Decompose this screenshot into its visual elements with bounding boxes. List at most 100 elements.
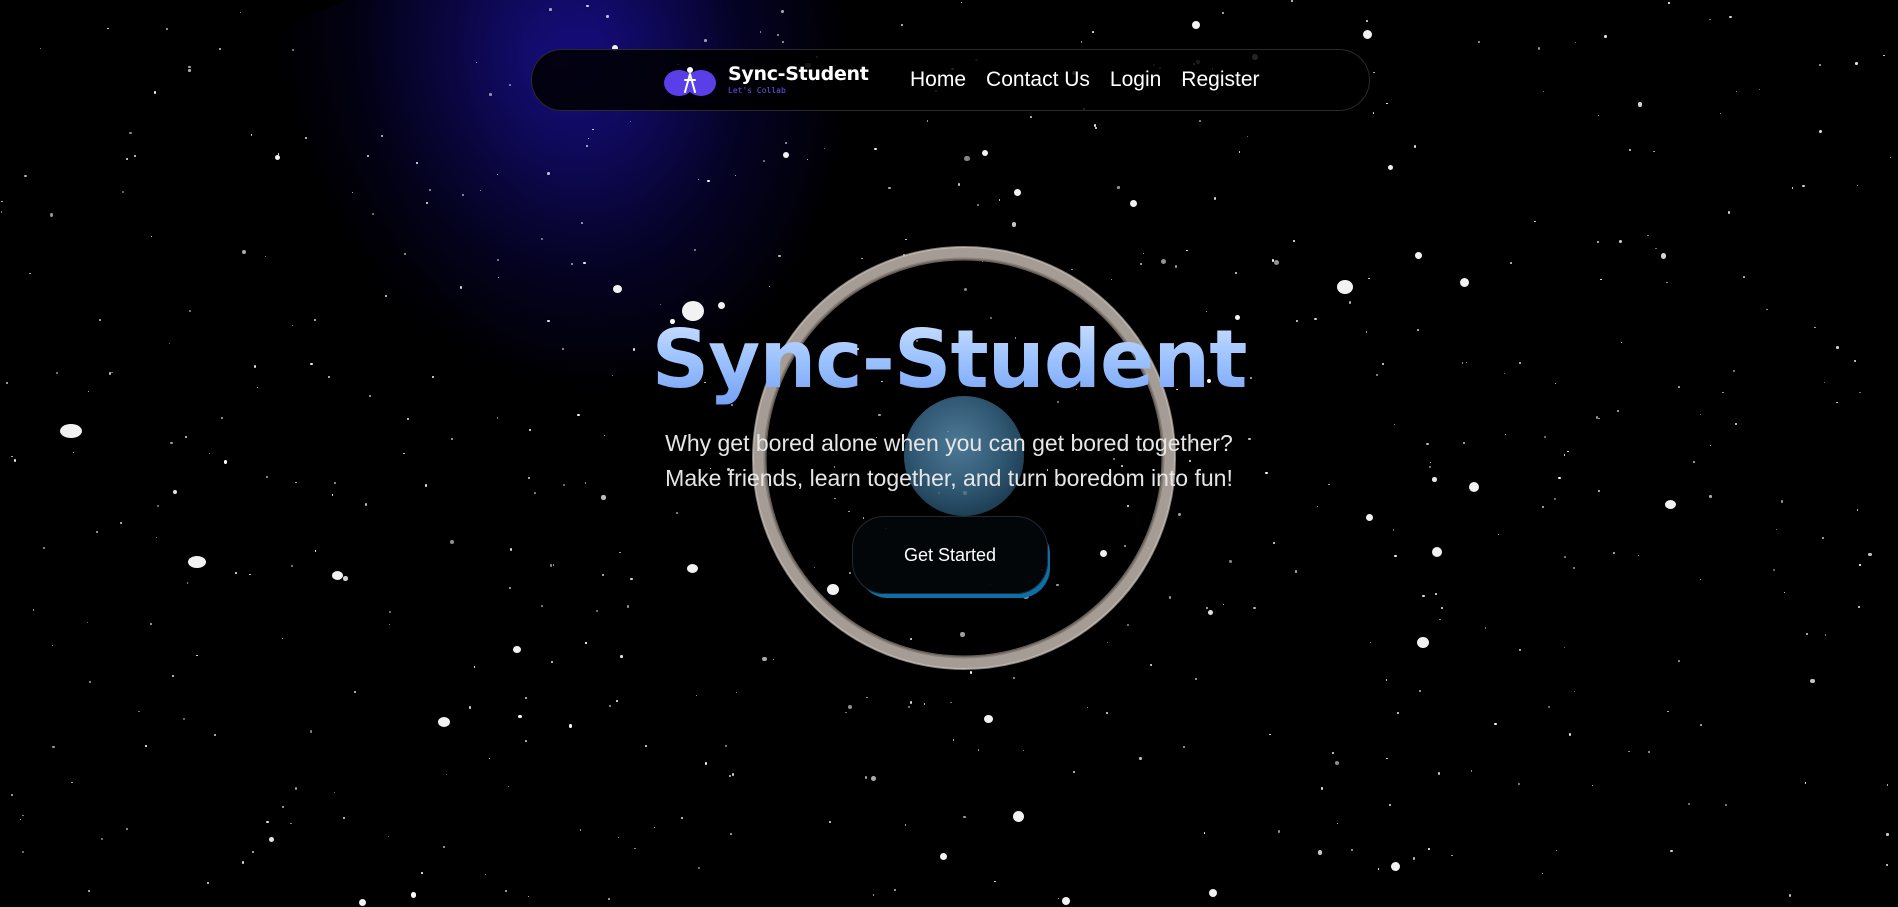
star xyxy=(606,15,609,18)
star xyxy=(994,880,996,883)
star xyxy=(1317,850,1323,856)
star xyxy=(676,511,679,515)
star xyxy=(1783,591,1785,593)
star xyxy=(220,416,224,420)
star xyxy=(568,724,573,729)
star xyxy=(952,739,955,741)
star xyxy=(1129,199,1137,207)
nav-login-link[interactable]: Login xyxy=(1110,68,1161,92)
star xyxy=(88,681,91,684)
star xyxy=(509,587,512,590)
star xyxy=(697,179,700,181)
star xyxy=(294,787,297,790)
get-started-button[interactable]: Get Started xyxy=(852,516,1048,594)
star xyxy=(145,745,147,747)
star xyxy=(1772,569,1775,572)
star xyxy=(1867,552,1872,557)
star xyxy=(442,846,446,849)
star xyxy=(1822,536,1824,539)
star xyxy=(785,141,788,145)
star xyxy=(1775,528,1777,530)
nav-home-link[interactable]: Home xyxy=(910,68,966,92)
star xyxy=(1743,275,1745,278)
star xyxy=(680,816,683,820)
star xyxy=(428,188,431,191)
star xyxy=(219,48,221,50)
nav-register-link[interactable]: Register xyxy=(1181,68,1259,92)
star xyxy=(550,660,554,664)
star xyxy=(1597,114,1599,116)
star xyxy=(29,273,31,275)
nav-contact-link[interactable]: Contact Us xyxy=(986,68,1090,92)
star xyxy=(1573,567,1576,570)
star xyxy=(52,745,55,748)
star xyxy=(759,31,762,33)
star xyxy=(1419,689,1422,692)
star xyxy=(693,249,696,251)
brand-tagline: Let's Collab xyxy=(728,85,786,95)
star xyxy=(1781,500,1784,503)
star xyxy=(406,418,409,421)
star xyxy=(1789,894,1792,897)
star xyxy=(1542,90,1545,93)
star xyxy=(549,8,552,11)
star xyxy=(977,203,980,206)
star xyxy=(496,174,498,176)
brand-name: Sync-Student xyxy=(728,62,869,85)
star xyxy=(404,252,407,256)
star xyxy=(426,202,429,205)
star xyxy=(704,762,708,765)
star xyxy=(1336,823,1338,825)
star xyxy=(983,715,993,723)
star xyxy=(1377,868,1379,870)
star xyxy=(1591,784,1594,786)
star xyxy=(579,829,582,831)
star xyxy=(1759,88,1761,90)
star xyxy=(449,539,455,545)
star xyxy=(1440,607,1443,609)
star xyxy=(251,850,254,853)
star xyxy=(314,550,317,552)
star xyxy=(1072,770,1076,774)
star xyxy=(1412,857,1416,860)
star xyxy=(1023,750,1025,752)
star xyxy=(874,147,877,151)
star xyxy=(508,786,510,788)
star xyxy=(736,692,738,694)
star xyxy=(485,873,487,876)
star xyxy=(1855,62,1858,65)
brand-logo[interactable]: Sync-Student Let's Collab xyxy=(664,62,869,98)
star xyxy=(1394,554,1397,557)
star xyxy=(1727,211,1731,214)
star xyxy=(541,237,544,240)
star xyxy=(1459,277,1469,287)
star xyxy=(387,835,390,838)
star xyxy=(963,815,966,819)
star xyxy=(1886,833,1889,836)
star xyxy=(1637,554,1639,556)
star xyxy=(242,249,247,254)
star xyxy=(235,572,237,574)
star xyxy=(1392,529,1395,531)
star xyxy=(1437,772,1441,775)
star xyxy=(619,552,621,554)
star xyxy=(269,837,274,842)
star xyxy=(1859,564,1861,566)
star xyxy=(266,821,269,824)
star xyxy=(95,531,98,534)
star xyxy=(823,147,826,150)
star xyxy=(489,757,491,759)
star xyxy=(1678,660,1681,663)
star xyxy=(1548,706,1551,709)
star xyxy=(186,582,189,584)
star xyxy=(121,190,125,193)
star xyxy=(1568,733,1572,736)
star xyxy=(845,711,847,714)
star xyxy=(43,546,46,549)
star xyxy=(1,200,3,203)
star xyxy=(509,548,513,551)
star xyxy=(473,666,475,668)
star xyxy=(629,120,632,123)
star xyxy=(1666,281,1668,284)
hero-title: Sync-Student xyxy=(0,308,1898,412)
